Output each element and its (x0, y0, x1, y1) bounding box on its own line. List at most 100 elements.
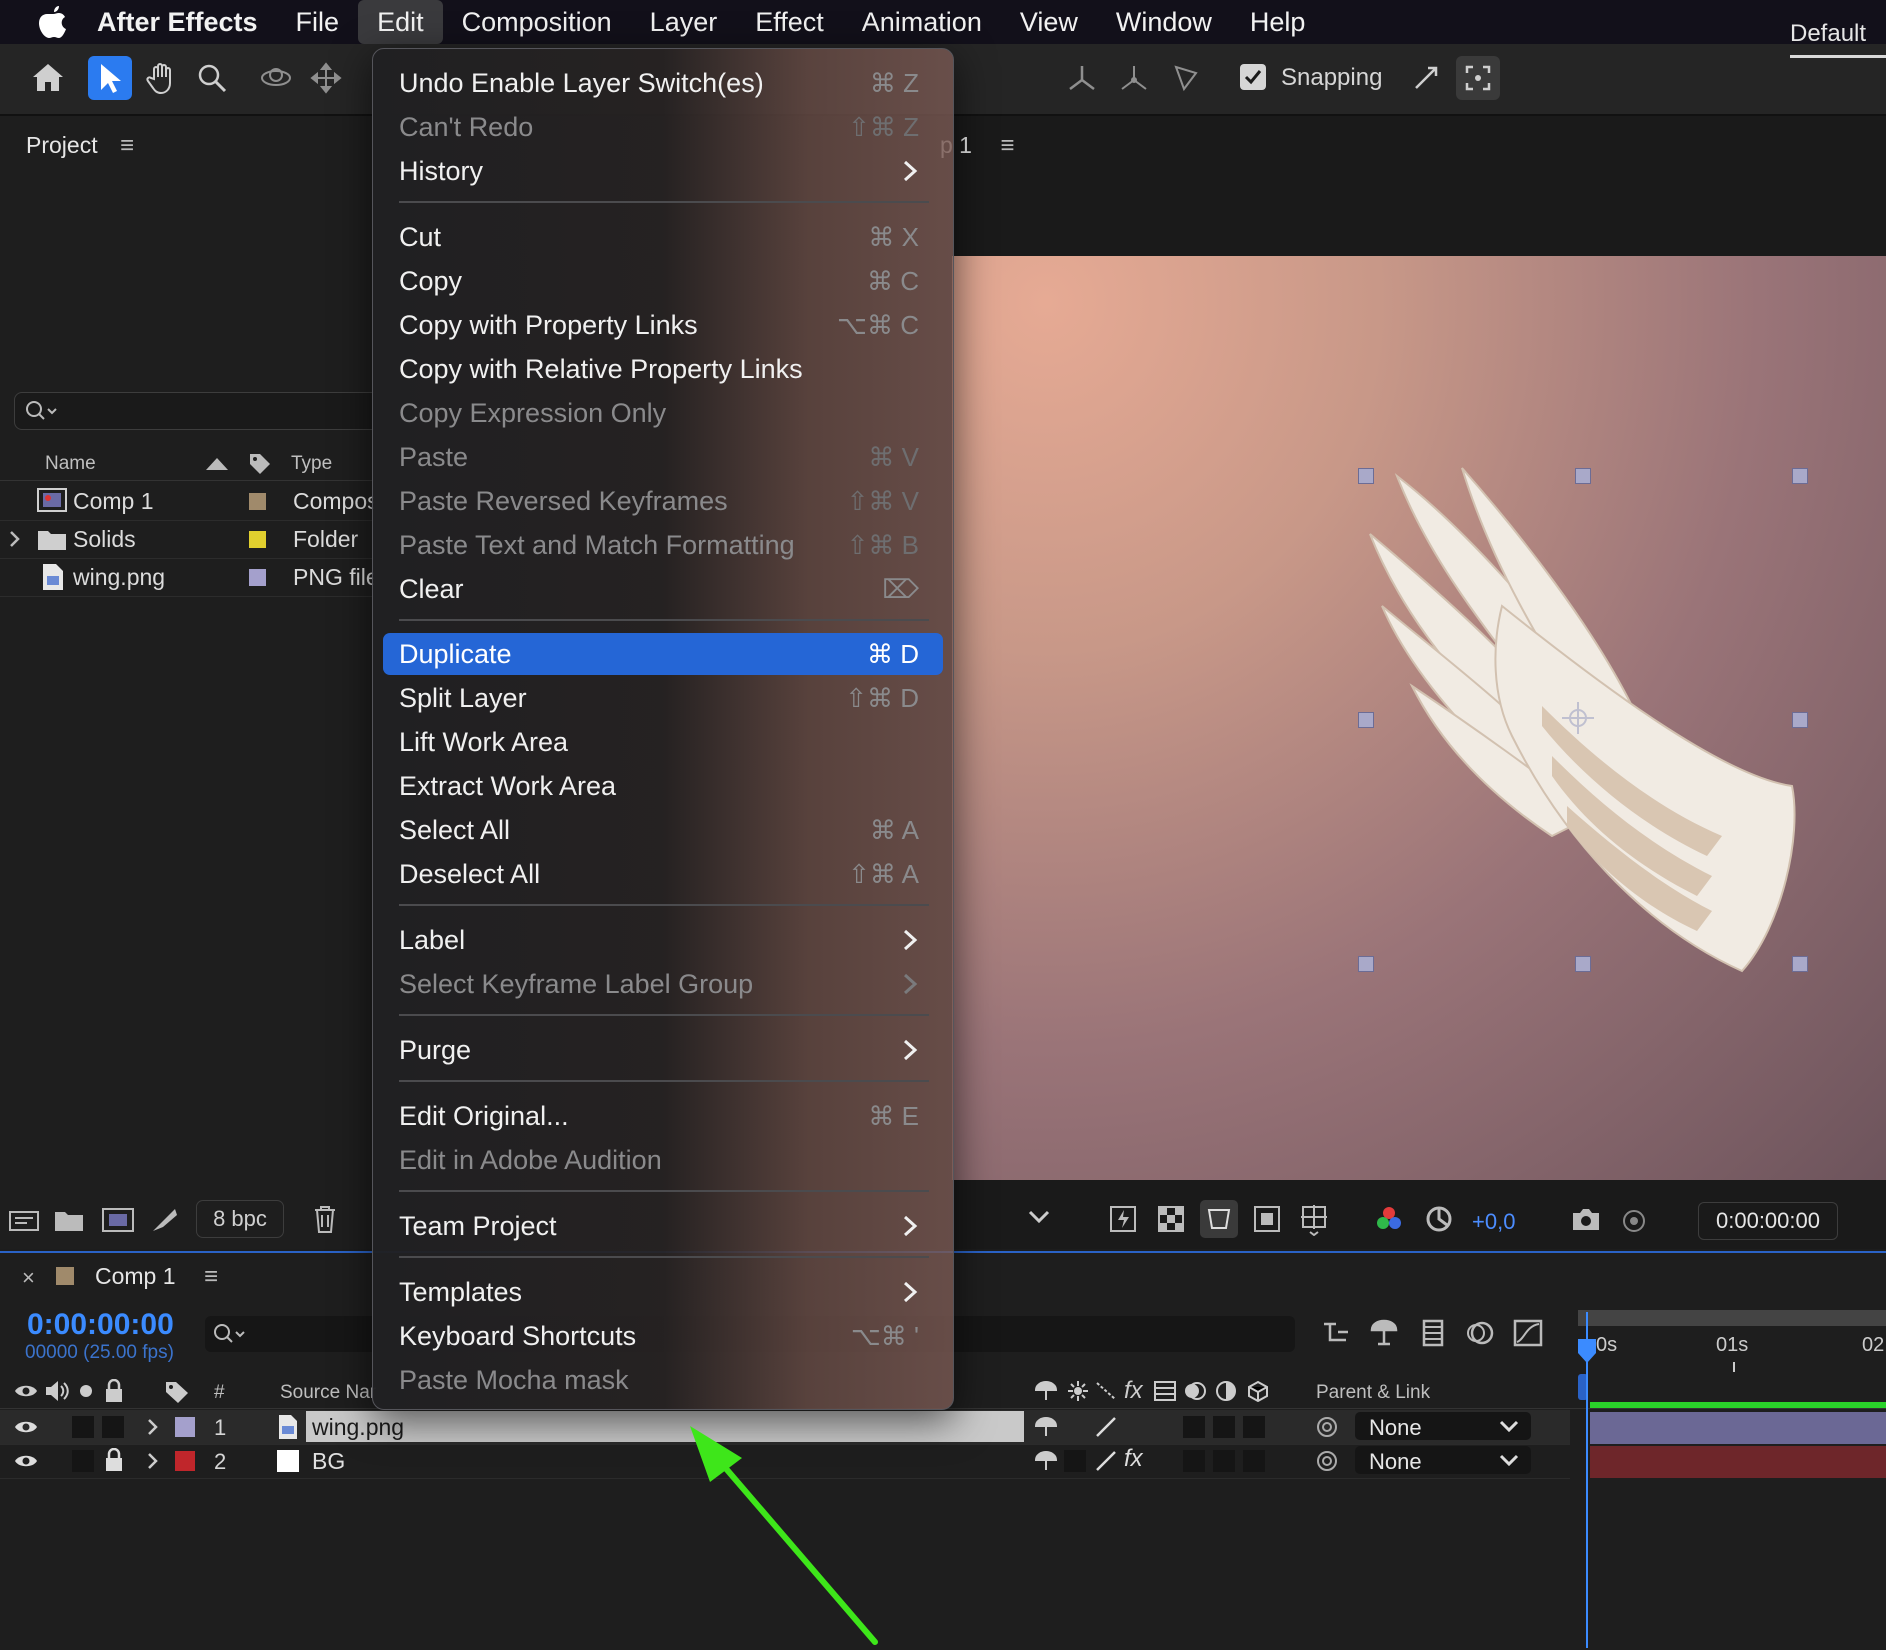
shy-switch-icon[interactable] (1034, 1450, 1058, 1472)
time-ruler[interactable]: 0s 01s 02 (1578, 1310, 1886, 1400)
menu-item-cut[interactable]: Cut ⌘ X (383, 216, 943, 258)
transform-handle[interactable] (1575, 956, 1591, 972)
menu-item-extract-work-area[interactable]: Extract Work Area (383, 765, 943, 807)
switch-box[interactable] (1213, 1416, 1235, 1438)
menu-item-label-submenu[interactable]: Label (383, 919, 943, 961)
mask-visibility-icon[interactable] (1200, 1200, 1238, 1238)
menu-item-history[interactable]: History (383, 150, 943, 192)
menu-item-team-project[interactable]: Team Project (383, 1205, 943, 1247)
label-tag-icon[interactable] (164, 1380, 190, 1404)
label-color-swatch[interactable] (249, 569, 266, 586)
pan-camera-icon[interactable] (304, 56, 348, 100)
switch-box[interactable] (1243, 1416, 1265, 1438)
orbit-camera-icon[interactable] (254, 56, 298, 100)
solo-icon[interactable] (78, 1383, 94, 1399)
trash-icon[interactable] (312, 1204, 338, 1234)
menu-edit[interactable]: Edit (358, 0, 443, 44)
menu-item-templates[interactable]: Templates (383, 1271, 943, 1313)
layer-label-color[interactable] (175, 1451, 195, 1471)
layer-name-field[interactable]: wing.png (306, 1411, 1024, 1442)
new-composition-icon[interactable] (102, 1208, 134, 1232)
menu-item-edit-original[interactable]: Edit Original... ⌘ E (383, 1095, 943, 1137)
workspace-default-tab[interactable]: Default (1790, 20, 1866, 48)
menu-item-keyboard-shortcuts[interactable]: Keyboard Shortcuts ⌥⌘ ' (383, 1315, 943, 1357)
pick-whip-icon[interactable] (1316, 1450, 1338, 1472)
parent-dropdown[interactable]: None (1355, 1412, 1531, 1440)
menu-item-lift-work-area[interactable]: Lift Work Area (383, 721, 943, 763)
project-panel-title[interactable]: Project ≡ (26, 132, 134, 160)
column-parent-link[interactable]: Parent & Link (1316, 1382, 1430, 1404)
menu-item-deselect-all[interactable]: Deselect All ⇧⌘ A (383, 853, 943, 895)
expand-chevron-icon[interactable] (146, 1452, 160, 1470)
expand-chevron-icon[interactable] (8, 530, 22, 548)
apple-icon[interactable] (28, 0, 78, 44)
timeline-current-time[interactable]: 0:00:00:00 (27, 1308, 174, 1342)
menu-help[interactable]: Help (1231, 0, 1325, 44)
menu-window[interactable]: Window (1097, 0, 1231, 44)
menu-app-name[interactable]: After Effects (78, 0, 277, 44)
menu-item-copy-property-links[interactable]: Copy with Property Links ⌥⌘ C (383, 304, 943, 346)
switch-box[interactable] (1064, 1450, 1086, 1472)
frame-blending-icon[interactable] (1418, 1318, 1448, 1348)
switch-box[interactable] (1183, 1450, 1205, 1472)
axis-view-icon[interactable] (1164, 56, 1208, 100)
snap-options-icon[interactable] (1404, 56, 1448, 100)
switch-box[interactable] (1183, 1416, 1205, 1438)
chevron-down-icon[interactable] (1028, 1210, 1050, 1224)
column-source-name[interactable]: Source Nar (280, 1382, 376, 1404)
playhead-handle-icon[interactable] (1577, 1338, 1597, 1364)
axis-world-icon[interactable] (1112, 56, 1156, 100)
parent-dropdown[interactable]: None (1355, 1446, 1531, 1474)
project-item-wing-png[interactable]: wing.png PNG file (0, 558, 379, 597)
menu-item-duplicate[interactable]: Duplicate ⌘ D (383, 633, 943, 675)
snap-to-features-icon[interactable] (1456, 56, 1500, 100)
menu-item-copy[interactable]: Copy ⌘ C (383, 260, 943, 302)
label-color-swatch[interactable] (249, 531, 266, 548)
layer-duration-bar[interactable] (1590, 1446, 1886, 1478)
composition-canvas[interactable] (952, 256, 1886, 1180)
transform-handle[interactable] (1575, 468, 1591, 484)
sort-ascending-icon[interactable] (206, 458, 228, 470)
transform-handle[interactable] (1358, 468, 1374, 484)
lock-icon[interactable] (104, 1379, 124, 1403)
composition-mini-flowchart-icon[interactable] (1320, 1318, 1354, 1348)
menu-item-copy-relative-property-links[interactable]: Copy with Relative Property Links (383, 348, 943, 390)
transform-handle[interactable] (1358, 712, 1374, 728)
close-icon[interactable]: × (22, 1265, 35, 1291)
project-item-comp1[interactable]: Comp 1 Compos (0, 482, 379, 521)
transform-handle[interactable] (1358, 956, 1374, 972)
layer-duration-bar[interactable] (1590, 1412, 1886, 1444)
effects-switch-icon[interactable]: fx (1124, 1445, 1143, 1473)
bit-depth-button[interactable]: 8 bpc (196, 1200, 284, 1238)
menu-item-split-layer[interactable]: Split Layer ⇧⌘ D (383, 677, 943, 719)
eye-icon[interactable] (14, 1382, 38, 1400)
audio-icon[interactable] (44, 1380, 70, 1402)
new-folder-icon[interactable] (54, 1208, 84, 1232)
work-area-bar[interactable] (1578, 1310, 1886, 1326)
solo-switch[interactable] (72, 1416, 94, 1438)
menu-item-undo[interactable]: Undo Enable Layer Switch(es) ⌘ Z (383, 62, 943, 104)
label-color-swatch[interactable] (249, 493, 266, 510)
expand-chevron-icon[interactable] (146, 1418, 160, 1436)
selection-tool-icon[interactable] (88, 56, 132, 100)
home-icon[interactable] (26, 56, 70, 100)
panel-menu-icon[interactable]: ≡ (204, 1263, 218, 1290)
viewer-current-time[interactable]: 0:00:00:00 (1698, 1202, 1838, 1240)
panel-menu-icon[interactable]: ≡ (1000, 132, 1014, 159)
lock-icon[interactable] (104, 1448, 124, 1472)
exposure-value[interactable]: +0,0 (1472, 1209, 1515, 1235)
menu-file[interactable]: File (277, 0, 359, 44)
timeline-tab[interactable]: Comp 1 ≡ (95, 1263, 218, 1291)
pick-whip-icon[interactable] (1316, 1416, 1338, 1438)
switch-box[interactable] (1213, 1450, 1235, 1472)
menu-animation[interactable]: Animation (843, 0, 1001, 44)
menu-item-select-all[interactable]: Select All ⌘ A (383, 809, 943, 851)
interpret-footage-icon[interactable] (6, 1208, 42, 1234)
snapping-checkbox[interactable] (1240, 64, 1266, 90)
fast-previews-icon[interactable] (1108, 1204, 1138, 1234)
shy-switch-icon[interactable] (1034, 1416, 1058, 1438)
zoom-tool-icon[interactable] (190, 56, 234, 100)
transparency-grid-icon[interactable] (1156, 1204, 1186, 1234)
eye-icon[interactable] (14, 1452, 38, 1470)
region-of-interest-icon[interactable] (1252, 1204, 1282, 1234)
